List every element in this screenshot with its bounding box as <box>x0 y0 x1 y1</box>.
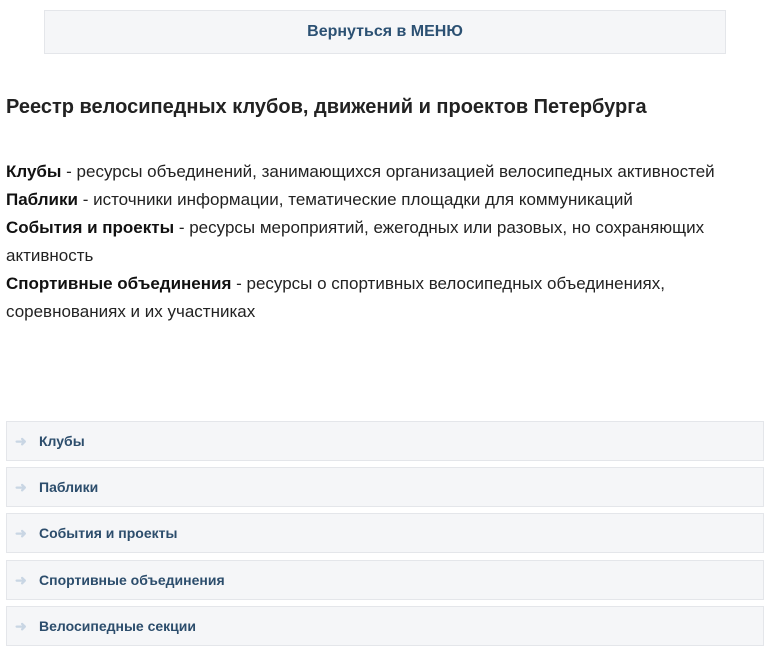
section-label: Велосипедные секции <box>39 618 196 634</box>
description-item: Клубы - ресурсы объединений, занимающихс… <box>6 158 746 186</box>
arrow-right-icon: ➜ <box>15 432 27 449</box>
section-label: Клубы <box>39 433 85 449</box>
description-item: Спортивные объединения - ресурсы о спорт… <box>6 270 746 326</box>
description-item: События и проекты - ресурсы мероприятий,… <box>6 214 746 270</box>
definition: - источники информации, тематические пло… <box>77 190 633 209</box>
term: Клубы <box>6 162 62 181</box>
section-events[interactable]: ➜ События и проекты <box>6 513 764 553</box>
definition: - ресурсы объединений, занимающихся орга… <box>61 162 715 181</box>
arrow-right-icon: ➜ <box>15 571 27 588</box>
description-item: Паблики - источники информации, тематиче… <box>6 186 746 214</box>
section-clubs[interactable]: ➜ Клубы <box>6 421 764 461</box>
section-cycling-sections[interactable]: ➜ Велосипедные секции <box>6 606 764 646</box>
description: Клубы - ресурсы объединений, занимающихс… <box>6 158 746 326</box>
term: Паблики <box>6 190 78 209</box>
term: События и проекты <box>6 218 175 237</box>
arrow-right-icon: ➜ <box>15 524 27 541</box>
section-label: Паблики <box>39 479 99 495</box>
arrow-right-icon: ➜ <box>15 478 27 495</box>
back-to-menu-button[interactable]: Вернуться в МЕНЮ <box>44 10 726 54</box>
section-label: Спортивные объединения <box>39 572 225 588</box>
section-publics[interactable]: ➜ Паблики <box>6 467 764 507</box>
page-title: Реестр велосипедных клубов, движений и п… <box>6 96 647 118</box>
section-sports[interactable]: ➜ Спортивные объединения <box>6 560 764 600</box>
section-label: События и проекты <box>39 525 178 541</box>
term: Спортивные объединения <box>6 274 232 293</box>
arrow-right-icon: ➜ <box>15 617 27 634</box>
